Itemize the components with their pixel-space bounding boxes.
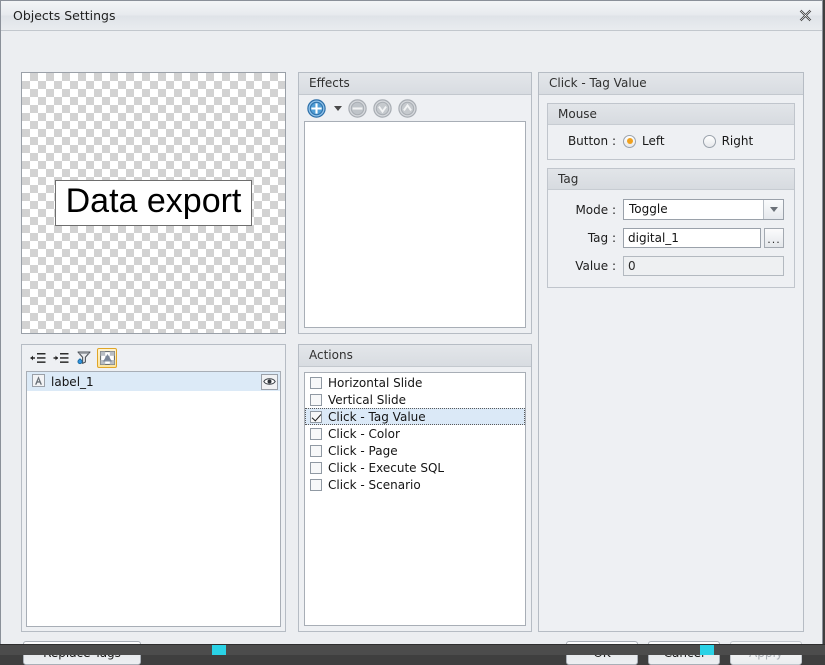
mouse-button-row: Button : Left Right [558, 134, 784, 148]
add-effect-icon[interactable] [307, 99, 326, 118]
tag-row: Tag : digital_1 ... [558, 228, 784, 248]
value-input[interactable]: 0 [623, 256, 784, 276]
action-item-click-page[interactable]: Click - Page [305, 442, 525, 459]
radio-right-indicator[interactable] [703, 135, 716, 148]
tree-item-label: label_1 [51, 375, 261, 389]
radio-left[interactable]: Left [623, 134, 665, 148]
object-tree-list[interactable]: label_1 [26, 371, 281, 627]
tag-group-title: Tag [548, 169, 794, 190]
add-effect-dropdown-icon[interactable] [334, 106, 342, 111]
action-checkbox[interactable] [310, 428, 322, 440]
window-title: Objects Settings [13, 8, 794, 23]
effects-toolbar [299, 95, 531, 122]
action-checkbox[interactable] [310, 462, 322, 474]
object-preview[interactable]: Data export [21, 72, 286, 334]
action-label: Click - Page [328, 444, 398, 458]
action-item-click-tag-value[interactable]: Click - Tag Value [305, 408, 525, 425]
mode-select[interactable]: Toggle [623, 199, 784, 220]
radio-left-label: Left [642, 134, 665, 148]
action-label: Horizontal Slide [328, 376, 422, 390]
taskbar [0, 644, 825, 655]
radio-right-label: Right [722, 134, 754, 148]
tag-input[interactable]: digital_1 [623, 228, 761, 248]
action-checkbox[interactable] [310, 394, 322, 406]
action-item-vertical-slide[interactable]: Vertical Slide [305, 391, 525, 408]
close-icon[interactable] [794, 6, 816, 26]
remove-effect-icon [348, 99, 367, 118]
action-item-horizontal-slide[interactable]: Horizontal Slide [305, 374, 525, 391]
expand-all-icon[interactable] [51, 348, 71, 368]
filter-icon[interactable] [74, 348, 94, 368]
effects-title: Effects [299, 73, 531, 95]
action-label: Click - Tag Value [328, 410, 426, 424]
action-properties-title: Click - Tag Value [539, 73, 803, 95]
action-checkbox[interactable] [310, 479, 322, 491]
actions-list[interactable]: Horizontal Slide Vertical Slide Click - … [304, 372, 526, 626]
action-checkbox[interactable] [310, 445, 322, 457]
action-properties-panel: Click - Tag Value Mouse Button : Left Ri… [538, 72, 804, 632]
chevron-down-icon[interactable] [763, 200, 783, 219]
mouse-group: Mouse Button : Left Right [547, 103, 795, 160]
transparency-icon[interactable] [97, 348, 117, 368]
taskbar-accent-2 [700, 645, 714, 655]
title-bar: Objects Settings [1, 1, 822, 31]
eye-icon[interactable] [261, 374, 278, 390]
taskbar-accent-1 [212, 645, 226, 655]
label-object-icon [32, 374, 45, 390]
tag-browse-button[interactable]: ... [764, 228, 784, 248]
radio-left-indicator[interactable] [623, 135, 636, 148]
action-label: Click - Execute SQL [328, 461, 444, 475]
move-down-icon [373, 99, 392, 118]
mouse-group-title: Mouse [548, 104, 794, 125]
radio-right[interactable]: Right [703, 134, 754, 148]
mouse-group-body: Button : Left Right [548, 125, 794, 159]
mouse-button-label: Button : [558, 134, 623, 148]
tag-group: Tag Mode : Toggle Tag : digital_1 ... [547, 168, 795, 288]
action-label: Click - Scenario [328, 478, 421, 492]
mode-label: Mode : [558, 203, 623, 217]
move-up-icon [398, 99, 417, 118]
effects-list[interactable] [304, 121, 526, 328]
dialog-body: Data export [1, 31, 822, 644]
action-item-click-color[interactable]: Click - Color [305, 425, 525, 442]
mode-value: Toggle [624, 200, 763, 219]
action-label: Vertical Slide [328, 393, 406, 407]
action-label: Click - Color [328, 427, 400, 441]
tag-label: Tag : [558, 231, 623, 245]
action-checkbox[interactable] [310, 411, 322, 423]
tag-group-body: Mode : Toggle Tag : digital_1 ... Value … [548, 190, 794, 287]
value-label: Value : [558, 259, 623, 273]
action-item-click-scenario[interactable]: Click - Scenario [305, 476, 525, 493]
object-tree-toolbar [22, 345, 285, 369]
actions-title: Actions [299, 345, 531, 367]
action-checkbox[interactable] [310, 377, 322, 389]
collapse-all-icon[interactable] [28, 348, 48, 368]
objects-settings-dialog: Objects Settings Data export [0, 0, 823, 645]
effects-panel: Effects [298, 72, 532, 334]
preview-label-text: Data export [55, 180, 253, 226]
actions-panel: Actions Horizontal Slide Vertical Slide … [298, 344, 532, 632]
mode-row: Mode : Toggle [558, 199, 784, 220]
tree-item-label_1[interactable]: label_1 [27, 372, 280, 391]
value-row: Value : 0 [558, 256, 784, 276]
action-item-click-execute-sql[interactable]: Click - Execute SQL [305, 459, 525, 476]
object-tree-panel: label_1 [21, 344, 286, 632]
